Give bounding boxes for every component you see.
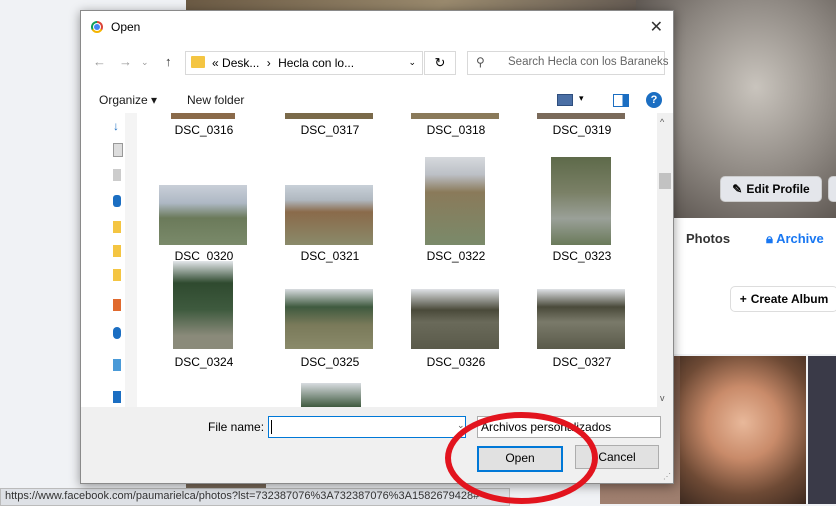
status-url: https://www.facebook.com/paumarielca/pho… (0, 488, 510, 506)
folder-icon[interactable] (113, 245, 121, 257)
breadcrumb[interactable]: « Desk... › Hecla con lo... ⌄ (185, 51, 423, 75)
lock-icon: 🔒︎ (766, 231, 773, 246)
document-icon[interactable] (113, 143, 123, 157)
thumbnail (285, 185, 373, 245)
album-bar: + Create Album (670, 262, 836, 354)
close-icon[interactable]: ✕ (650, 17, 663, 37)
thumbnail (411, 113, 499, 119)
file-name-input[interactable] (268, 416, 466, 438)
onedrive-icon[interactable] (113, 327, 121, 339)
toolbar: Organize ▾ New folder ▾ ? (81, 89, 673, 113)
thumbnail (171, 113, 235, 119)
scroll-up-icon[interactable]: ^ (660, 117, 664, 127)
pencil-icon: ✎ (732, 182, 743, 196)
thumbnail (537, 289, 625, 349)
navigation-pane: ↓ (81, 113, 137, 407)
address-row: ← → ⌄ ↑ « Desk... › Hecla con lo... ⌄ ↻ … (81, 47, 673, 77)
onedrive-icon[interactable] (113, 195, 121, 207)
thumbnail (285, 289, 373, 349)
recent-dropdown-icon[interactable]: ⌄ (141, 57, 149, 68)
thumbnail (425, 157, 485, 245)
forward-arrow-icon[interactable]: → (119, 54, 132, 69)
quick-access-icon[interactable]: ↓ (113, 119, 121, 133)
edit-profile-button[interactable]: ✎ Edit Profile (720, 176, 822, 202)
folder-icon (191, 56, 205, 68)
plus-icon: + (739, 292, 747, 306)
thumbnail (411, 289, 499, 349)
search-input[interactable]: ⚲ Search Hecla con los Baraneks (467, 51, 668, 75)
tab-archive[interactable]: 🔒︎ Archive (766, 231, 824, 247)
up-arrow-icon[interactable]: ↑ (165, 54, 172, 69)
scroll-thumb[interactable] (659, 173, 671, 189)
create-album-button[interactable]: + Create Album (730, 286, 836, 312)
file-list-scrollbar[interactable]: ^ v (657, 113, 673, 407)
breadcrumb-desktop[interactable]: Desk... (222, 56, 259, 70)
this-pc-icon[interactable] (113, 359, 121, 371)
preview-pane-icon[interactable] (613, 94, 629, 107)
thumbnail (537, 113, 625, 119)
highlight-circle (445, 412, 598, 504)
file-list: DSC_0316 DSC_0317 DSC_0318 DSC_0319 DSC_… (139, 113, 657, 407)
resize-grip-icon[interactable]: ⋰ (663, 472, 671, 481)
open-file-dialog: Open ✕ ← → ⌄ ↑ « Desk... › Hecla con lo.… (80, 10, 674, 484)
organize-menu[interactable]: Organize ▾ (99, 93, 157, 107)
chevron-down-icon[interactable]: ▾ (579, 93, 584, 104)
thumbnail[interactable] (301, 383, 361, 407)
thumbnail (159, 185, 247, 245)
profile-tabs: Photos 🔒︎ Archive (670, 218, 836, 263)
new-folder-button[interactable]: New folder (187, 93, 244, 107)
photo-thumb[interactable] (808, 356, 836, 504)
photo-thumb[interactable] (680, 356, 806, 504)
folder-icon[interactable] (113, 269, 121, 281)
creative-cloud-icon[interactable] (113, 299, 121, 311)
nav-scrollbar[interactable] (125, 113, 137, 407)
pictures-icon[interactable] (113, 169, 121, 181)
thumbnail (173, 261, 233, 349)
dialog-titlebar: Open ✕ (81, 11, 673, 43)
breadcrumb-folder[interactable]: Hecla con lo... (278, 56, 354, 70)
back-arrow-icon[interactable]: ← (93, 54, 106, 69)
more-button[interactable] (828, 176, 836, 202)
thumbnail (285, 113, 373, 119)
dialog-title: Open (111, 20, 141, 34)
chevron-down-icon[interactable]: ⌄ (408, 57, 416, 68)
thumbnail (551, 157, 611, 245)
tab-photos[interactable]: Photos (686, 231, 730, 246)
help-icon[interactable]: ? (646, 92, 662, 108)
view-icon[interactable] (557, 94, 573, 106)
refresh-icon[interactable]: ↻ (424, 51, 456, 75)
chrome-icon (91, 21, 103, 33)
file-name-label: File name: (208, 420, 265, 434)
scroll-down-icon[interactable]: v (660, 393, 665, 403)
search-icon: ⚲ (476, 55, 485, 69)
folder-icon[interactable] (113, 221, 121, 233)
network-icon[interactable] (113, 391, 121, 403)
